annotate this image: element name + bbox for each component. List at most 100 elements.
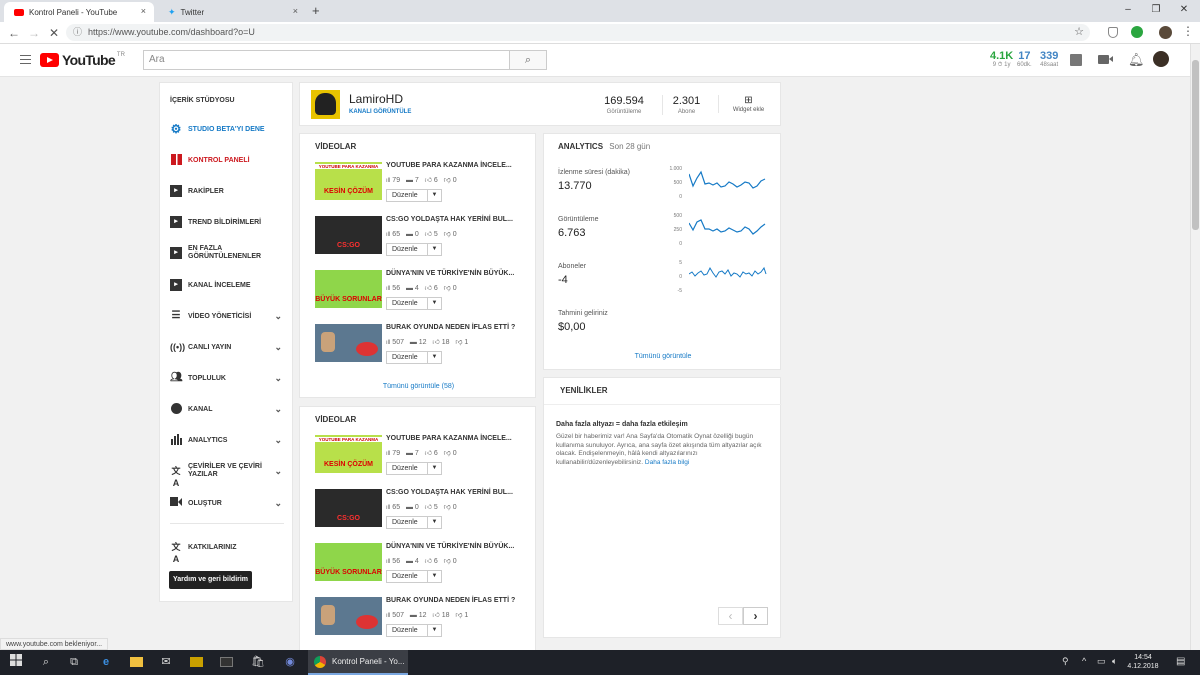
shield-extension-icon[interactable] — [1108, 27, 1118, 38]
video-title[interactable]: CS:GO YOLDAŞTA HAK YERİNİ BUL... — [386, 489, 513, 496]
sidebar-item-community[interactable]: 👥︎ TOPLULUK ⌄ — [170, 372, 290, 384]
subscribers-sparkline[interactable] — [689, 258, 767, 288]
video-title[interactable]: YOUTUBE PARA KAZANMA İNCELE... — [386, 162, 512, 169]
add-widget-button[interactable]: ⊞ Widget ekle — [718, 95, 778, 113]
account-avatar[interactable] — [1153, 51, 1169, 67]
analytics-shortcut-icon[interactable] — [1070, 54, 1082, 66]
sidebar-item-most-viewed[interactable]: ▸ EN FAZLA GÖRÜNTÜLENENLER — [170, 245, 290, 261]
search-button[interactable]: ⌕ — [509, 50, 547, 70]
video-thumbnail[interactable]: CS:GO — [315, 489, 382, 527]
video-thumbnail[interactable]: YOUTUBE PARA KAZANMA KESİN ÇÖZÜM — [315, 435, 382, 473]
video-thumbnail[interactable] — [315, 597, 382, 635]
app-icon[interactable] — [188, 654, 204, 670]
sidebar-item-trend-alerts[interactable]: ▸ TREND BİLDİRİMLERİ — [170, 216, 290, 228]
watch-time-sparkline[interactable] — [689, 164, 767, 194]
chevron-down-icon[interactable]: ⌄ — [274, 342, 282, 353]
store-icon[interactable]: 🛍︎ — [250, 654, 266, 670]
sidebar-item-channel[interactable]: KANAL ⌄ — [170, 403, 290, 415]
chevron-down-icon[interactable]: ⌄ — [274, 467, 282, 476]
url-bar[interactable]: ⓘ https://www.youtube.com/dashboard?o=U … — [66, 24, 1090, 41]
search-input[interactable]: Ara — [143, 50, 510, 70]
video-title[interactable]: CS:GO YOLDAŞTA HAK YERİNİ BUL... — [386, 216, 513, 223]
caret-down-icon[interactable]: ▼ — [427, 244, 441, 255]
sidebar-item-competitors[interactable]: ▸ RAKİPLER — [170, 185, 290, 197]
tray-chevron-icon[interactable]: ^ — [1082, 656, 1086, 666]
discord-icon[interactable]: ◉ — [282, 654, 298, 670]
taskbar-clock[interactable]: 14:54 4.12.2018 — [1126, 653, 1160, 671]
reload-icon[interactable]: ✕ — [46, 25, 62, 41]
edit-dropdown[interactable]: Düzenle ▼ — [386, 570, 442, 583]
channel-name[interactable]: LamiroHD — [349, 92, 403, 106]
chevron-down-icon[interactable]: ⌄ — [274, 373, 282, 384]
video-thumbnail[interactable]: BÜYÜK SORUNLAR — [315, 543, 382, 581]
next-news-button[interactable]: › — [743, 607, 768, 625]
windows-start-icon[interactable] — [8, 654, 24, 670]
notifications-bell-icon[interactable]: 🔔︎ — [1128, 52, 1145, 68]
video-title[interactable]: DÜNYA'NIN VE TÜRKİYE'NİN BÜYÜK... — [386, 543, 514, 550]
video-thumbnail[interactable]: CS:GO — [315, 216, 382, 254]
search-icon[interactable]: ⌕ — [38, 654, 54, 670]
mail-icon[interactable]: ✉ — [158, 654, 174, 670]
close-tab-icon[interactable]: × — [293, 6, 298, 16]
sidebar-item-contributions[interactable]: 文A KATKILARINIZ — [170, 541, 290, 564]
volume-icon[interactable]: 🔈︎ — [1112, 656, 1117, 667]
caret-down-icon[interactable]: ▼ — [427, 571, 441, 582]
edge-browser-icon[interactable]: e — [98, 654, 114, 670]
maximize-button[interactable]: ❐ — [1142, 2, 1170, 18]
edit-dropdown[interactable]: Düzenle ▼ — [386, 624, 442, 637]
sidebar-item-translations[interactable]: 文A ÇEVİRİLER VE ÇEVİRİ YAZILAR ⌄ — [170, 463, 290, 488]
info-icon[interactable]: ⓘ — [73, 24, 82, 41]
task-view-icon[interactable]: ⧉ — [66, 654, 82, 670]
back-icon[interactable]: ← — [6, 25, 22, 41]
edit-dropdown[interactable]: Düzenle ▼ — [386, 462, 442, 475]
sidebar-item-create[interactable]: OLUŞTUR ⌄ — [170, 497, 290, 509]
edit-dropdown[interactable]: Düzenle ▼ — [386, 297, 442, 310]
sidebar-item-live[interactable]: ((•)) CANLI YAYIN ⌄ — [170, 341, 290, 353]
edit-dropdown[interactable]: Düzenle ▼ — [386, 189, 442, 202]
video-thumbnail[interactable] — [315, 324, 382, 362]
new-tab-button[interactable]: + — [312, 3, 320, 18]
sidebar-item-studio-beta[interactable]: ⚙ STUDIO BETA'YI DENE — [170, 123, 290, 135]
scrollbar-thumb[interactable] — [1192, 60, 1199, 230]
video-title[interactable]: DÜNYA'NIN VE TÜRKİYE'NİN BÜYÜK... — [386, 270, 514, 277]
caret-down-icon[interactable]: ▼ — [427, 352, 441, 363]
page-scrollbar[interactable] — [1190, 44, 1200, 650]
edit-dropdown[interactable]: Düzenle ▼ — [386, 516, 442, 529]
caret-down-icon[interactable]: ▼ — [427, 463, 441, 474]
forward-icon[interactable]: → — [26, 25, 42, 41]
people-tray-icon[interactable]: ⚲ — [1062, 656, 1069, 667]
sidebar-item-video-manager[interactable]: ☰ VİDEO YÖNETİCİSİ ⌄ — [170, 310, 290, 322]
video-title[interactable]: BURAK OYUNDA NEDEN İFLAS ETTİ ? — [386, 597, 515, 604]
taskbar-chrome-window[interactable]: Kontrol Paneli - Yo... — [308, 650, 408, 675]
caret-down-icon[interactable]: ▼ — [427, 625, 441, 636]
caret-down-icon[interactable]: ▼ — [427, 517, 441, 528]
chevron-down-icon[interactable]: ⌄ — [274, 311, 282, 322]
upload-video-icon[interactable] — [1098, 55, 1113, 64]
help-feedback-button[interactable]: Yardım ve geri bildirim — [169, 571, 252, 589]
video-title[interactable]: YOUTUBE PARA KAZANMA İNCELE... — [386, 435, 512, 442]
close-window-button[interactable]: ✕ — [1170, 2, 1198, 18]
tab-youtube[interactable]: Kontrol Paneli - YouTube × — [4, 2, 154, 22]
prev-news-button[interactable]: ‹ — [718, 607, 743, 625]
video-thumbnail[interactable]: BÜYÜK SORUNLAR — [315, 270, 382, 308]
chevron-down-icon[interactable]: ⌄ — [274, 435, 282, 446]
chevron-down-icon[interactable]: ⌄ — [274, 498, 282, 509]
hamburger-menu-icon[interactable] — [20, 55, 31, 64]
network-icon[interactable]: ▭ — [1097, 656, 1106, 667]
caret-down-icon[interactable]: ▼ — [427, 190, 441, 201]
video-title[interactable]: BURAK OYUNDA NEDEN İFLAS ETTİ ? — [386, 324, 515, 331]
close-tab-icon[interactable]: × — [141, 6, 146, 16]
action-center-icon[interactable]: ▤ — [1176, 656, 1185, 667]
edit-dropdown[interactable]: Düzenle ▼ — [386, 351, 442, 364]
green-extension-icon[interactable] — [1131, 26, 1143, 38]
tab-twitter[interactable]: ✦ Twitter × — [158, 2, 306, 22]
sidebar-item-dashboard[interactable]: KONTROL PANELİ — [170, 154, 290, 166]
views-sparkline[interactable] — [689, 211, 767, 241]
video-thumbnail[interactable]: YOUTUBE PARA KAZANMA KESİN ÇÖZÜM — [315, 162, 382, 200]
caret-down-icon[interactable]: ▼ — [427, 298, 441, 309]
chrome-menu-icon[interactable]: ⋮ — [1182, 24, 1194, 38]
sidebar-item-channel-review[interactable]: ▸ KANAL İNCELEME — [170, 279, 290, 291]
chevron-down-icon[interactable]: ⌄ — [274, 404, 282, 415]
youtube-logo[interactable]: YouTube TR — [40, 52, 125, 68]
news-more-link[interactable]: Daha fazla bilgi — [645, 459, 689, 466]
